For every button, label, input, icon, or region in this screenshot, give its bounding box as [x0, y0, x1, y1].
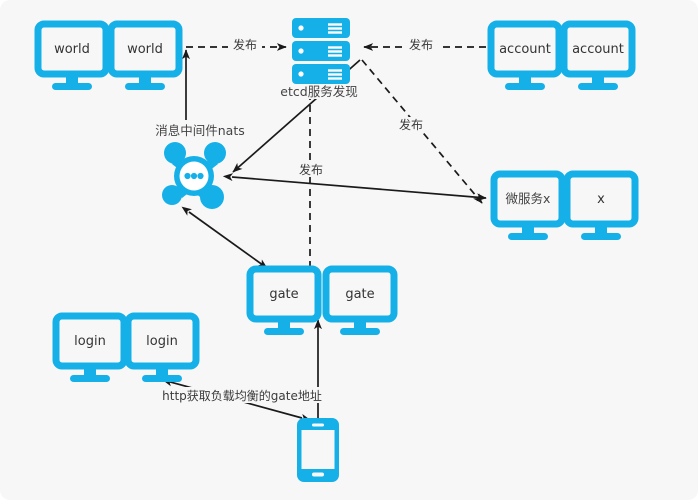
label-nats: 消息中间件nats [155, 123, 245, 138]
label-etcd: etcd服务发现 [280, 84, 357, 99]
label-login-1: login [74, 334, 106, 349]
label-login-2: login [146, 334, 178, 349]
label-layer: world world etcd服务发现 account account 消息中… [54, 37, 624, 403]
diagram-canvas: world world etcd服务发现 account account 消息中… [0, 0, 698, 500]
edge-label-gate-to-etcd: 发布 [299, 162, 323, 177]
label-microservice-1: 微服务x [506, 191, 551, 206]
label-account-2: account [572, 42, 624, 57]
label-microservice-2: x [597, 192, 605, 207]
label-gate-1: gate [269, 287, 298, 302]
edge-label-world-to-etcd: 发布 [233, 37, 257, 52]
label-gate-2: gate [345, 287, 374, 302]
edge-label-etcd-to-microsvc: 发布 [399, 117, 423, 132]
label-world-1: world [54, 42, 90, 57]
label-account-1: account [499, 42, 551, 57]
edge-label-phone-to-login: http获取负载均衡的gate地址 [162, 388, 322, 403]
edge-label-account-to-etcd: 发布 [409, 37, 433, 52]
label-world-2: world [127, 42, 163, 57]
